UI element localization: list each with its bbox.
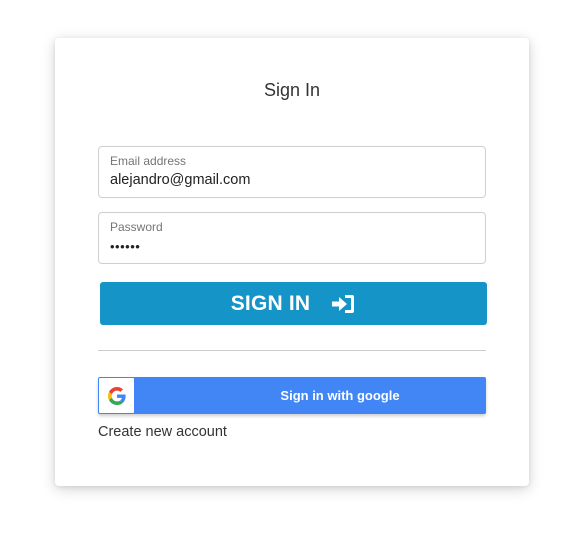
sign-in-icon (330, 293, 356, 315)
email-input[interactable]: alejandro@gmail.com (110, 171, 474, 189)
password-field[interactable]: Password •••••• (98, 212, 486, 264)
password-field-label: Password (110, 220, 163, 234)
create-account-link[interactable]: Create new account (98, 424, 227, 440)
google-sign-in-label: Sign in with google (280, 388, 400, 403)
sign-in-card: Sign In Email address alejandro@gmail.co… (55, 38, 529, 486)
google-sign-in-button[interactable]: Sign in with google (98, 377, 486, 414)
google-icon (99, 378, 134, 413)
divider (98, 350, 486, 351)
page-title: Sign In (263, 80, 321, 100)
sign-in-button[interactable]: SIGN IN (100, 282, 487, 325)
email-field[interactable]: Email address alejandro@gmail.com (98, 146, 486, 198)
password-input[interactable]: •••••• (110, 239, 474, 255)
email-field-label: Email address (110, 154, 187, 168)
sign-in-button-label: SIGN IN (230, 291, 311, 315)
